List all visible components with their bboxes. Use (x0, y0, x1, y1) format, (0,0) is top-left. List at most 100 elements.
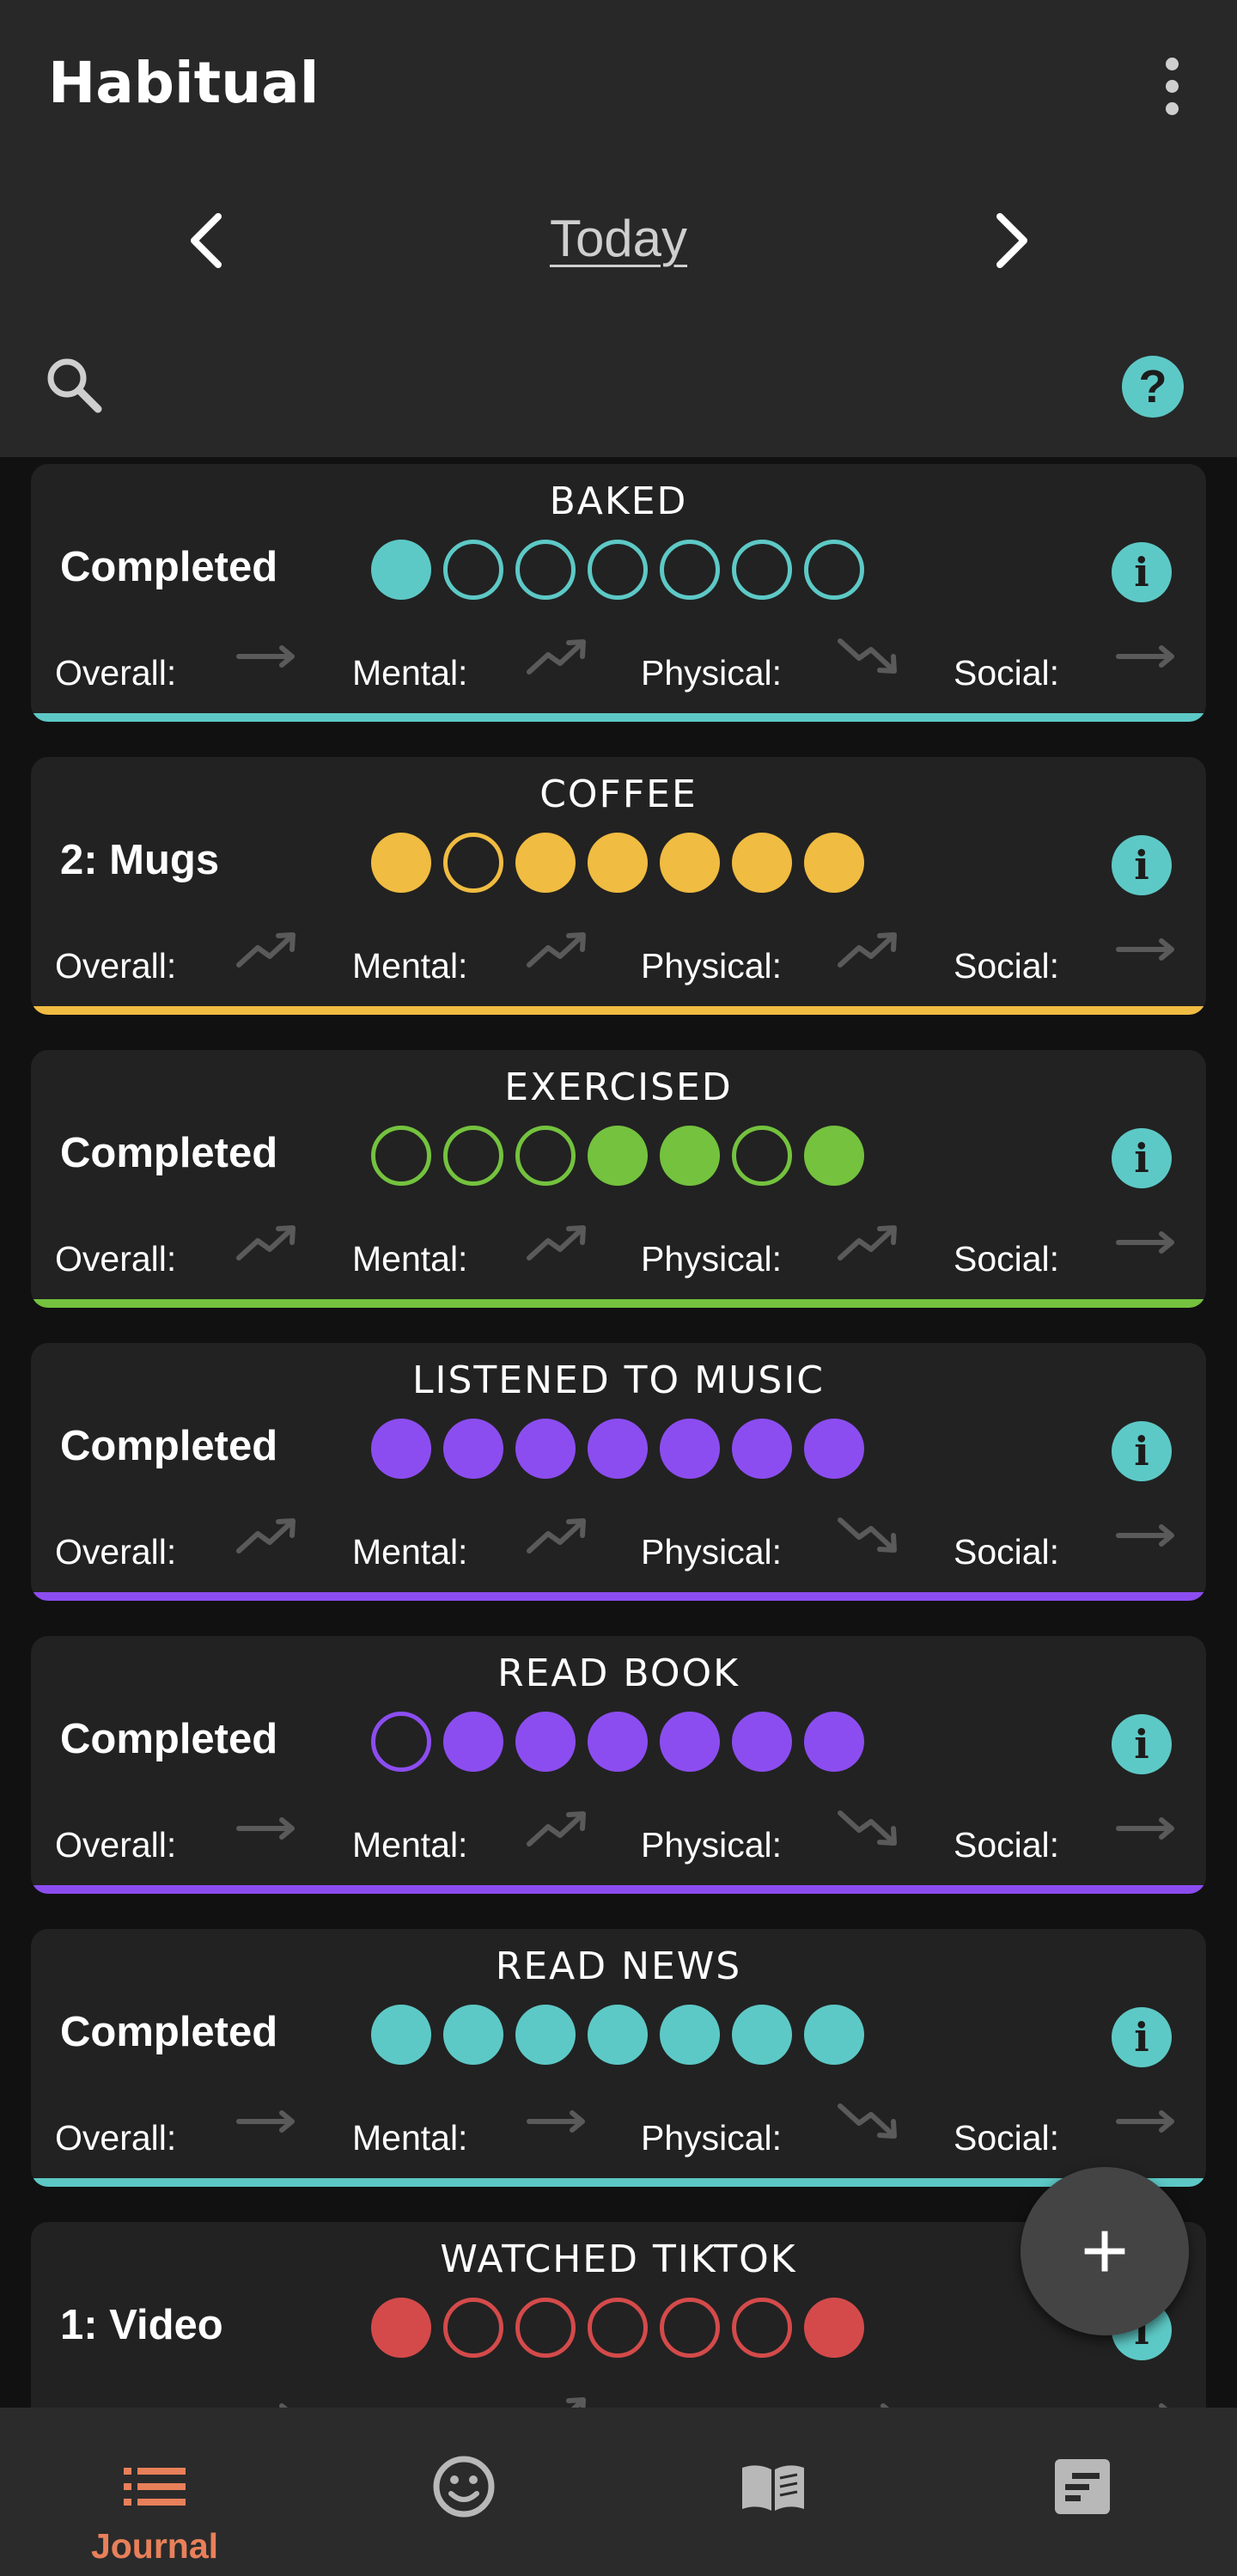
day-dot-filled[interactable] (371, 833, 431, 893)
day-dot-filled[interactable] (588, 1126, 648, 1186)
day-dot-filled[interactable] (660, 2005, 720, 2065)
day-dot-filled[interactable] (443, 2005, 503, 2065)
day-dot-empty[interactable] (588, 2298, 648, 2358)
day-dot-filled[interactable] (732, 833, 792, 893)
day-dot-empty[interactable] (443, 2298, 503, 2358)
day-dot-empty[interactable] (732, 540, 792, 600)
day-dot-filled[interactable] (732, 1419, 792, 1479)
current-date-label[interactable]: Today (0, 209, 1237, 268)
nav-item-book[interactable] (618, 2408, 928, 2576)
trend-up-icon (526, 1513, 591, 1558)
day-dot-filled[interactable] (588, 2005, 648, 2065)
trend-up-icon (526, 927, 591, 972)
overall-label: Overall: (55, 1825, 177, 1865)
trend-up-icon (837, 927, 902, 972)
day-dot-filled[interactable] (443, 1712, 503, 1772)
day-dot-filled[interactable] (443, 1419, 503, 1479)
habit-card[interactable]: EXERCISED Completed i Overall: Mental: Physic… (31, 1050, 1206, 1308)
day-dot-filled[interactable] (371, 540, 431, 600)
habit-card[interactable]: BAKED Completed i Overall: Mental: Physical: S… (31, 464, 1206, 722)
day-dot-filled[interactable] (515, 1712, 576, 1772)
next-day-button[interactable] (976, 206, 1045, 275)
day-dot-filled[interactable] (660, 1419, 720, 1479)
day-dot-empty[interactable] (443, 1126, 503, 1186)
day-dot-filled[interactable] (660, 833, 720, 893)
help-icon[interactable]: ? (1122, 356, 1184, 418)
day-dot-empty[interactable] (515, 2298, 576, 2358)
day-dot-filled[interactable] (515, 833, 576, 893)
habit-name: COFFEE (539, 772, 698, 816)
trend-down-icon (837, 634, 902, 679)
trend-down-icon (837, 2099, 902, 2144)
chevron-right-icon (996, 213, 1027, 268)
day-dot-filled[interactable] (371, 2298, 431, 2358)
smiley-icon (428, 2451, 500, 2523)
info-icon[interactable]: i (1112, 1128, 1172, 1188)
top-app-bar: Habitual Today ? (0, 0, 1237, 457)
nav-item-journal[interactable]: Journal (0, 2408, 309, 2576)
notes-icon (1046, 2451, 1118, 2523)
habit-card[interactable]: LISTENED TO MUSIC Completed i Overall: Menta… (31, 1343, 1206, 1601)
info-icon[interactable]: i (1112, 542, 1172, 602)
day-dot-empty[interactable] (443, 540, 503, 600)
week-progress (371, 2298, 864, 2358)
day-dot-empty[interactable] (371, 1712, 431, 1772)
trend-up-icon (526, 634, 591, 679)
day-dot-filled[interactable] (732, 1712, 792, 1772)
habit-card[interactable]: COFFEE 2: Mugs i Overall: Mental: Physical: So… (31, 757, 1206, 1015)
mental-label: Mental: (352, 1239, 468, 1279)
day-dot-empty[interactable] (732, 1126, 792, 1186)
day-dot-filled[interactable] (371, 2005, 431, 2065)
day-dot-empty[interactable] (371, 1126, 431, 1186)
day-dot-filled[interactable] (588, 1419, 648, 1479)
day-dot-filled[interactable] (660, 1712, 720, 1772)
day-dot-filled[interactable] (804, 2005, 864, 2065)
day-dot-empty[interactable] (515, 1126, 576, 1186)
info-icon[interactable]: i (1112, 1421, 1172, 1481)
day-dot-empty[interactable] (515, 540, 576, 600)
trend-down-icon (837, 1513, 902, 1558)
trend-flat-icon (837, 2392, 902, 2408)
day-dot-filled[interactable] (804, 833, 864, 893)
info-icon[interactable]: i (1112, 2007, 1172, 2067)
trend-flat-icon (235, 634, 301, 679)
habit-status: Completed (60, 1716, 278, 1762)
more-options-icon[interactable] (1148, 52, 1196, 120)
day-dot-filled[interactable] (804, 1419, 864, 1479)
trend-flat-icon (526, 2099, 591, 2144)
add-habit-button[interactable]: + (1021, 2167, 1189, 2335)
day-dot-filled[interactable] (732, 2005, 792, 2065)
day-dot-filled[interactable] (371, 1419, 431, 1479)
trend-flat-icon (235, 2099, 301, 2144)
nav-item-notes[interactable] (928, 2408, 1237, 2576)
day-dot-empty[interactable] (732, 2298, 792, 2358)
habit-card[interactable]: READ BOOK Completed i Overall: Mental: Physic… (31, 1636, 1206, 1894)
habit-color-bar (31, 1006, 1206, 1015)
day-dot-filled[interactable] (804, 2298, 864, 2358)
day-dot-empty[interactable] (660, 540, 720, 600)
habit-status: Completed (60, 1130, 278, 1176)
day-dot-filled[interactable] (515, 2005, 576, 2065)
habit-status: 1: Video (60, 2302, 223, 2348)
week-progress (371, 2005, 864, 2065)
day-dot-empty[interactable] (660, 2298, 720, 2358)
social-label: Social: (954, 1532, 1060, 1572)
day-dot-filled[interactable] (515, 1419, 576, 1479)
book-icon (737, 2451, 809, 2523)
day-dot-filled[interactable] (804, 1126, 864, 1186)
day-dot-filled[interactable] (588, 1712, 648, 1772)
overall-label: Overall: (55, 1239, 177, 1279)
overall-label: Overall: (55, 653, 177, 693)
info-icon[interactable]: i (1112, 835, 1172, 895)
trend-up-icon (526, 1220, 591, 1265)
habit-card[interactable]: READ NEWS Completed i Overall: Mental: Physic… (31, 1929, 1206, 2187)
search-icon[interactable] (40, 351, 108, 419)
day-dot-filled[interactable] (660, 1126, 720, 1186)
nav-item-smiley[interactable] (309, 2408, 618, 2576)
day-dot-empty[interactable] (443, 833, 503, 893)
day-dot-empty[interactable] (588, 540, 648, 600)
day-dot-filled[interactable] (804, 1712, 864, 1772)
info-icon[interactable]: i (1112, 1714, 1172, 1774)
day-dot-filled[interactable] (588, 833, 648, 893)
day-dot-empty[interactable] (804, 540, 864, 600)
